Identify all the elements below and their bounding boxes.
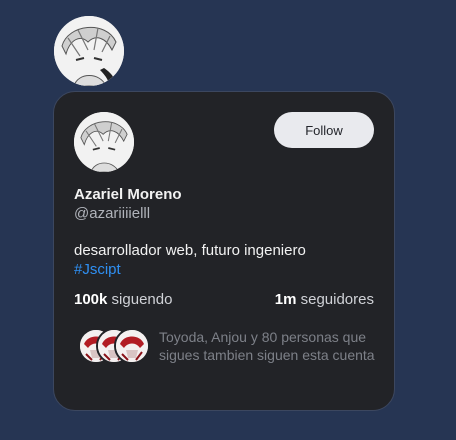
anime-portrait-icon (74, 112, 134, 172)
following-label: siguendo (111, 291, 173, 308)
anime-portrait-icon (116, 330, 148, 362)
mutual-followers-text: Toyoda, Anjou y 80 personas que sigues t… (159, 329, 375, 363)
bio-hashtag-link[interactable]: #Jscipt (74, 261, 121, 278)
mutual-avatar (114, 328, 150, 364)
profile-bio: desarrollador web, futuro ingeniero (74, 242, 306, 259)
trigger-avatar[interactable] (54, 16, 124, 86)
profile-name[interactable]: Azariel Moreno (74, 186, 182, 203)
following-stat[interactable]: 100k siguendo (74, 291, 172, 308)
follow-button[interactable]: Follow (274, 112, 374, 148)
following-count: 100k (74, 291, 108, 308)
profile-avatar[interactable] (74, 112, 134, 172)
followers-stat[interactable]: 1m seguidores (275, 291, 374, 308)
profile-handle[interactable]: @azariiiielll (74, 205, 150, 222)
followers-count: 1m (274, 291, 297, 308)
mutual-followers-avatars[interactable] (78, 328, 158, 364)
profile-hover-card: Follow Azariel Moreno @azariiiielll desa… (53, 91, 395, 411)
followers-label: seguidores (300, 291, 374, 308)
anime-portrait-icon (54, 16, 124, 86)
